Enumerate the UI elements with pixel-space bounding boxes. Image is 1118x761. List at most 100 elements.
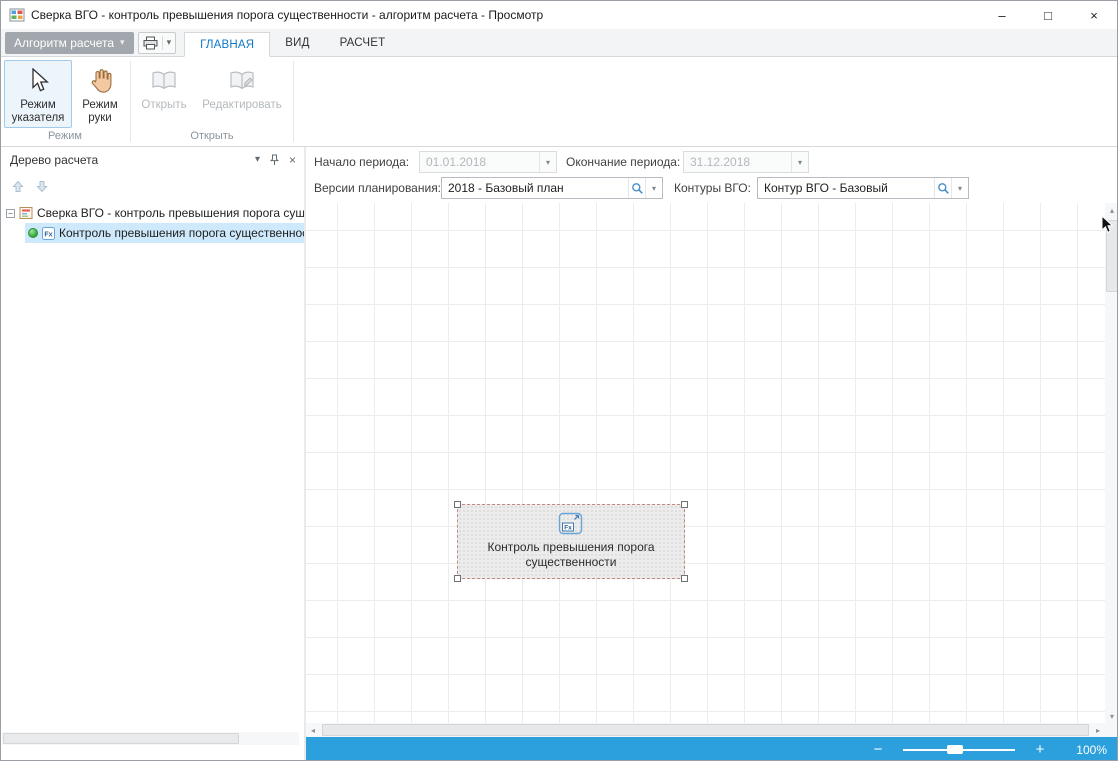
move-down-icon: [36, 180, 48, 193]
chevron-down-icon[interactable]: ▾: [645, 178, 662, 198]
fx-node-icon: Fx: [42, 227, 55, 240]
open-button: Открыть: [135, 60, 193, 128]
tree-row[interactable]: − Сверка ВГО - контроль превышения порог…: [1, 203, 304, 223]
search-icon[interactable]: [934, 178, 951, 198]
chevron-down-icon[interactable]: ▾: [951, 178, 968, 198]
statusbar: − + 100%: [306, 737, 1118, 761]
tree-toolbar: [1, 173, 304, 199]
zoom-slider-thumb[interactable]: [947, 745, 963, 754]
ribbon-tabs: ГЛАВНАЯ ВИД РАСЧЕТ: [184, 29, 400, 56]
group-caption-otkryt: Открыть: [134, 129, 290, 146]
zoom-in-button[interactable]: +: [1033, 741, 1047, 758]
scroll-left-icon[interactable]: ◂: [306, 723, 320, 737]
scrollbar-thumb[interactable]: [322, 724, 1089, 736]
pin-icon[interactable]: [269, 154, 280, 166]
plan-version-value: 2018 - Базовый план: [442, 181, 628, 195]
move-up-icon: [12, 180, 24, 193]
plan-version-combobox[interactable]: 2018 - Базовый план ▾: [441, 177, 663, 199]
scroll-right-icon[interactable]: ▸: [1091, 723, 1105, 737]
tab-glavnaya[interactable]: ГЛАВНАЯ: [184, 32, 270, 57]
ribbon-group-separator: [130, 61, 131, 142]
chevron-down-icon: ▾: [162, 36, 172, 50]
minimize-button[interactable]: –: [979, 1, 1025, 29]
pointer-mode-button[interactable]: Режим указателя: [4, 60, 72, 128]
collapse-icon[interactable]: −: [6, 209, 15, 218]
pointer-mode-label: Режим указателя: [9, 99, 67, 125]
maximize-button[interactable]: □: [1025, 1, 1071, 29]
canvas-horizontal-scrollbar[interactable]: ◂ ▸: [306, 723, 1105, 737]
ribbon-tab-row: Алгоритм расчета ▾ ▾ ГЛАВНАЯ ВИД РАСЧЕТ: [1, 29, 1117, 57]
open-book-icon: [151, 66, 177, 96]
window-controls: – □ ×: [979, 1, 1117, 29]
close-icon[interactable]: ×: [289, 154, 296, 166]
plan-version-label: Версии планирования:: [314, 177, 441, 199]
window-title: Сверка ВГО - контроль превышения порога …: [31, 8, 543, 22]
vgo-contour-value: Контур ВГО - Базовый: [758, 181, 934, 195]
titlebar: Сверка ВГО - контроль превышения порога …: [1, 1, 1117, 29]
hand-mode-label: Режим руки: [79, 99, 121, 125]
diagram-panel: Начало периода: 01.01.2018 ▾ Окончание п…: [306, 147, 1118, 737]
chevron-down-icon[interactable]: ▾: [255, 155, 260, 165]
vgo-contour-combobox[interactable]: Контур ВГО - Базовый ▾: [757, 177, 969, 199]
period-start-label: Начало периода:: [314, 151, 409, 173]
tree-panel-title: Дерево расчета: [10, 153, 255, 167]
edit-button: Редактировать: [195, 60, 289, 128]
period-end-value: 31.12.2018: [684, 155, 791, 169]
app-menu-button[interactable]: Алгоритм расчета ▾: [5, 32, 134, 54]
tree-root-label: Сверка ВГО - контроль превышения порога …: [37, 206, 304, 220]
zoom-out-button[interactable]: −: [871, 741, 885, 758]
group-caption-rezhim: Режим: [3, 129, 127, 146]
canvas-vertical-scrollbar[interactable]: ▴ ▾: [1105, 203, 1118, 723]
edit-book-icon: [229, 66, 255, 96]
tab-raschet[interactable]: РАСЧЕТ: [325, 31, 401, 56]
tree-child-label: Контроль превышения порога существенност…: [59, 226, 304, 240]
node-label: Контроль превышения порога существенност…: [465, 540, 677, 570]
parameters-toolbar: Начало периода: 01.01.2018 ▾ Окончание п…: [306, 147, 1118, 203]
close-button[interactable]: ×: [1071, 1, 1117, 29]
ribbon-body: Режим указателя Режим руки Режим Открыт: [1, 57, 1117, 147]
printer-icon: [143, 36, 158, 50]
period-end-field: 31.12.2018 ▾: [683, 151, 809, 173]
tree-panel: Дерево расчета ▾ × − Св: [1, 147, 304, 760]
edit-button-label: Редактировать: [202, 99, 281, 112]
scrollbar-thumb[interactable]: [1106, 220, 1118, 292]
open-button-label: Открыть: [141, 99, 186, 112]
period-start-field: 01.01.2018 ▾: [419, 151, 557, 173]
tree-horizontal-scrollbar[interactable]: [2, 732, 299, 745]
zoom-level: 100%: [1071, 743, 1107, 757]
svg-text:Fx: Fx: [564, 525, 572, 532]
app-window: Сверка ВГО - контроль превышения порога …: [0, 0, 1118, 761]
diagram-node-selected[interactable]: Fx Контроль превышения порога существенн…: [457, 504, 685, 579]
resize-handle-top-left[interactable]: [454, 501, 461, 508]
scrollbar-thumb[interactable]: [3, 733, 239, 744]
app-icon: [9, 7, 25, 23]
scroll-down-icon[interactable]: ▾: [1105, 709, 1118, 723]
scrollbar-corner: [1105, 723, 1118, 737]
period-start-value: 01.01.2018: [420, 155, 539, 169]
tab-vid[interactable]: ВИД: [270, 31, 324, 56]
green-status-icon: [28, 228, 38, 238]
svg-text:Fx: Fx: [44, 231, 52, 238]
tree-row-selected[interactable]: Fx Контроль превышения порога существенн…: [1, 223, 304, 243]
ribbon-group-otkryt: Открыть Редактировать Открыть: [132, 57, 292, 146]
chevron-down-icon: ▾: [791, 152, 808, 172]
tree-panel-header: Дерево расчета ▾ ×: [1, 147, 304, 173]
ribbon-group-rezhim: Режим указателя Режим руки Режим: [1, 57, 129, 146]
period-end-label: Окончание периода:: [566, 151, 680, 173]
chevron-down-icon: ▾: [539, 152, 556, 172]
hand-icon: [88, 66, 112, 96]
search-icon[interactable]: [628, 178, 645, 198]
vgo-contour-label: Контуры ВГО:: [674, 177, 751, 199]
cursor-arrow-icon: [27, 66, 49, 96]
resize-handle-top-right[interactable]: [681, 501, 688, 508]
print-button[interactable]: ▾: [138, 32, 177, 54]
hand-mode-button[interactable]: Режим руки: [74, 60, 126, 128]
diagram-canvas[interactable]: Fx Контроль превышения порога существенн…: [306, 203, 1105, 723]
algorithm-icon: [19, 206, 33, 220]
zoom-slider[interactable]: [903, 737, 1015, 761]
scroll-up-icon[interactable]: ▴: [1105, 203, 1118, 217]
resize-handle-bottom-right[interactable]: [681, 575, 688, 582]
app-menu-label: Алгоритм расчета: [14, 36, 114, 50]
ribbon-group-separator: [293, 61, 294, 142]
resize-handle-bottom-left[interactable]: [454, 575, 461, 582]
